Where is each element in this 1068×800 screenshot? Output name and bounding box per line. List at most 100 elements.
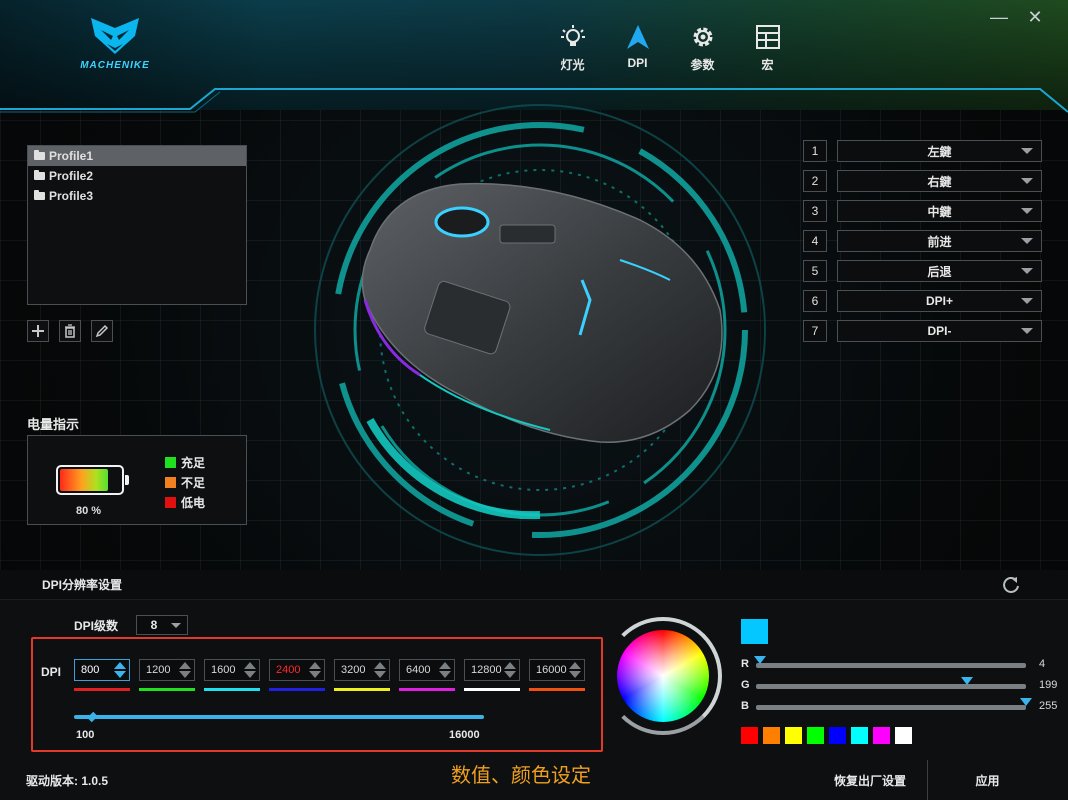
spinner-arrows-icon[interactable] [308, 660, 322, 680]
spinner-arrows-icon[interactable] [243, 660, 257, 680]
dpi-level-6: 6400 [399, 659, 455, 691]
dpi-value-input[interactable]: 6400 [399, 659, 455, 681]
blue-slider[interactable] [756, 698, 1032, 710]
dpi-color-bar[interactable] [139, 688, 195, 691]
spinner-arrows-icon[interactable] [373, 660, 387, 680]
color-wheel-disc[interactable] [617, 630, 709, 722]
spinner-arrows-icon[interactable] [503, 660, 517, 680]
add-icon [32, 325, 44, 337]
dpi-color-bar[interactable] [334, 688, 390, 691]
blue-slider-row: B 255 [741, 698, 1061, 714]
button-function-select-6[interactable]: DPI+ [837, 290, 1042, 312]
dpi-color-bar[interactable] [74, 688, 130, 691]
profile-item-2[interactable]: Profile2 [28, 166, 246, 186]
button-number: 2 [803, 170, 827, 192]
dpi-value-input[interactable]: 1600 [204, 659, 260, 681]
color-preset-5[interactable] [829, 727, 846, 744]
dpi-slider[interactable] [74, 711, 484, 723]
select-value: DPI+ [925, 294, 953, 308]
dpi-panel-title: DPI分辨率设置 [42, 578, 123, 592]
add-profile-button[interactable] [27, 320, 49, 342]
trash-icon [65, 324, 75, 338]
color-preset-3[interactable] [785, 727, 802, 744]
dpi-level-7: 12800 [464, 659, 520, 691]
button-number: 5 [803, 260, 827, 282]
button-function-select-5[interactable]: 后退 [837, 260, 1042, 282]
spinner-arrows-icon[interactable] [568, 660, 582, 680]
button-function-select-2[interactable]: 右鍵 [837, 170, 1042, 192]
close-button[interactable]: ✕ [1026, 8, 1044, 26]
dpi-value-input[interactable]: 1200 [139, 659, 195, 681]
minimize-button[interactable]: — [990, 8, 1008, 26]
chevron-down-icon [1021, 178, 1033, 184]
dpi-color-bar[interactable] [204, 688, 260, 691]
spinner-arrows-icon[interactable] [438, 660, 452, 680]
blue-label: B [741, 700, 749, 712]
red-slider[interactable] [754, 656, 1026, 668]
button-function-select-3[interactable]: 中鍵 [837, 200, 1042, 222]
color-preset-6[interactable] [851, 727, 868, 744]
apply-button[interactable]: 应用 [927, 760, 1047, 800]
dpi-value-input[interactable]: 800 [74, 659, 130, 681]
logo-mask-icon [91, 18, 139, 54]
restore-defaults-button[interactable]: 恢复出厂设置 [815, 760, 925, 800]
profile-tools [27, 320, 113, 342]
button-function-select-4[interactable]: 前进 [837, 230, 1042, 252]
color-preset-2[interactable] [763, 727, 780, 744]
app-window: MACHENIKE 灯光 DPI 参数 宏 — ✕ Profile1 Profi… [0, 0, 1068, 800]
nav-params[interactable]: 参数 [670, 22, 735, 73]
dpi-value-input[interactable]: 3200 [334, 659, 390, 681]
nav-params-label: 参数 [690, 58, 715, 72]
color-preset-4[interactable] [807, 727, 824, 744]
color-preset-1[interactable] [741, 727, 758, 744]
button-number: 1 [803, 140, 827, 162]
color-preset-7[interactable] [873, 727, 890, 744]
chevron-down-icon [1021, 298, 1033, 304]
nav-lighting[interactable]: 灯光 [540, 22, 605, 73]
dpi-color-bar[interactable] [464, 688, 520, 691]
button-mapping-list: 1 左鍵 2 右鍵 3 中鍵 4 前进 5 后退 6 DPI+ 7 DPI- [803, 140, 1042, 350]
dpi-value: 6400 [406, 664, 431, 676]
button-row-4: 4 前进 [803, 230, 1042, 252]
reset-icon[interactable] [1001, 575, 1021, 595]
blue-value: 255 [1039, 700, 1058, 712]
button-number: 3 [803, 200, 827, 222]
dpi-color-bar[interactable] [399, 688, 455, 691]
dpi-value-input[interactable]: 12800 [464, 659, 520, 681]
macro-grid-icon [735, 22, 800, 52]
spinner-arrows-icon[interactable] [113, 660, 127, 680]
green-slider-handle[interactable] [960, 677, 973, 685]
red-label: R [741, 658, 749, 670]
legend-label: 低电 [181, 495, 206, 510]
profile-item-3[interactable]: Profile3 [28, 186, 246, 206]
spinner-arrows-icon[interactable] [178, 660, 192, 680]
red-slider-handle[interactable] [754, 656, 767, 664]
profile-item-1[interactable]: Profile1 [28, 146, 246, 166]
nav-macro[interactable]: 宏 [735, 22, 800, 73]
delete-profile-button[interactable] [59, 320, 81, 342]
button-function-select-1[interactable]: 左鍵 [837, 140, 1042, 162]
folder-icon [34, 190, 45, 200]
color-wheel[interactable] [604, 617, 722, 735]
nav-dpi[interactable]: DPI [605, 22, 670, 73]
chevron-down-icon [171, 622, 181, 628]
button-row-5: 5 后退 [803, 260, 1042, 282]
current-color-swatch [741, 619, 768, 644]
battery-fill [60, 469, 108, 491]
dpi-levels-select[interactable]: 8 [136, 615, 188, 635]
color-preset-8[interactable] [895, 727, 912, 744]
logo-text: MACHENIKE [80, 60, 150, 71]
battery-legend: 充足 不足 低电 [165, 452, 205, 512]
button-function-select-7[interactable]: DPI- [837, 320, 1042, 342]
blue-slider-handle[interactable] [1020, 698, 1032, 706]
pencil-icon [95, 324, 109, 338]
dpi-color-bar[interactable] [529, 688, 585, 691]
red-value: 4 [1039, 658, 1046, 670]
dpi-color-bar[interactable] [269, 688, 325, 691]
driver-version: 驱动版本: 1.0.5 [26, 774, 109, 788]
green-slider[interactable] [756, 677, 1026, 689]
dpi-value-input[interactable]: 16000 [529, 659, 585, 681]
rename-profile-button[interactable] [91, 320, 113, 342]
dpi-settings-panel: DPI分辨率设置 DPI级数 8 DPI 800 1200 1600 2400 3200… [0, 570, 1068, 800]
dpi-value-input[interactable]: 2400 [269, 659, 325, 681]
